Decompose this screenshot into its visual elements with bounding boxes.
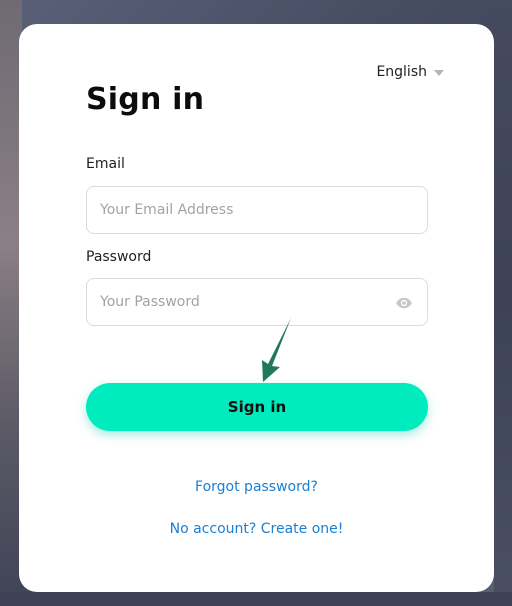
email-input[interactable] [87,187,427,233]
password-label: Password [86,249,152,265]
forgot-password-link[interactable]: Forgot password? [19,479,494,495]
background-right-edge [494,0,512,606]
email-field-wrapper [86,186,428,234]
page-title: Sign in [86,82,205,117]
sign-in-button[interactable]: Sign in [86,383,428,431]
email-label: Email [86,156,125,172]
annotation-arrow-icon [262,318,291,382]
background-bottom-edge [0,592,512,606]
signin-card: English Sign in Email Password Sign in F… [19,24,494,592]
eye-icon[interactable] [395,294,413,312]
caret-down-icon [434,69,444,76]
language-selector[interactable]: English [376,64,444,80]
language-label: English [376,64,427,80]
create-account-link[interactable]: No account? Create one! [19,521,494,537]
